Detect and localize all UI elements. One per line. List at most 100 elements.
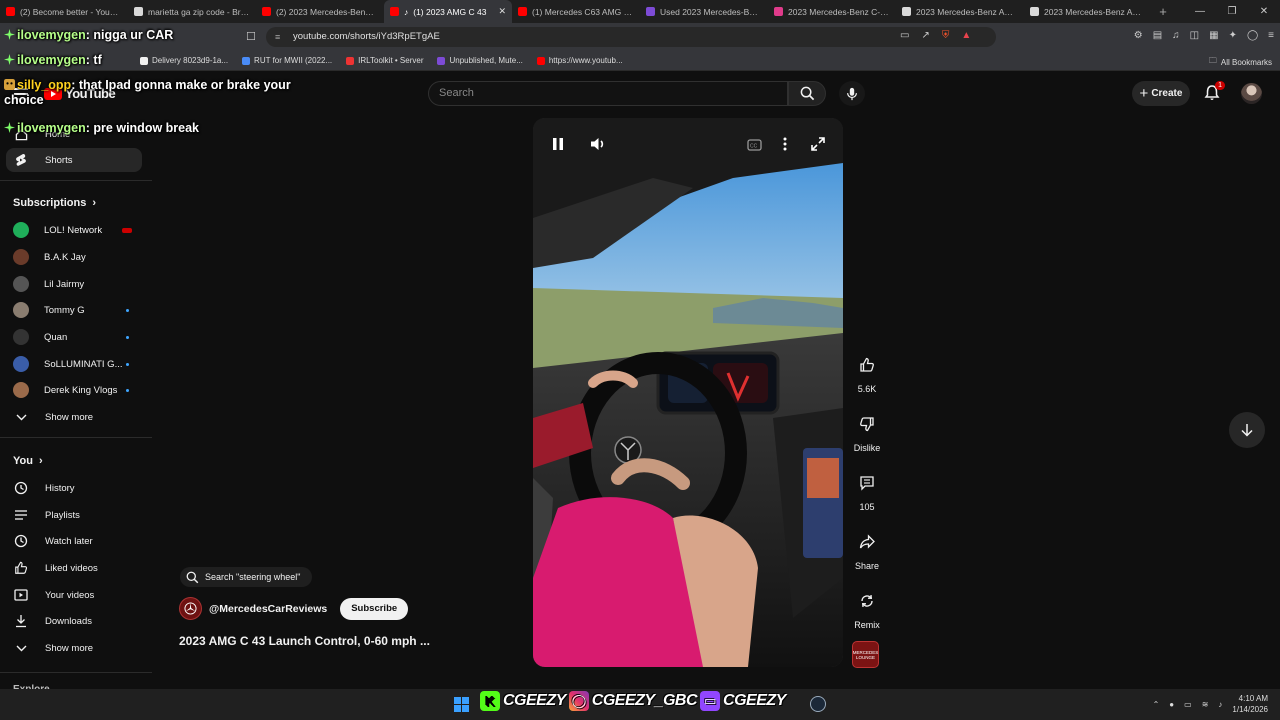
new-tab-button[interactable]: + bbox=[1152, 4, 1174, 19]
browser-tab[interactable]: 2023 Mercedes-Benz AMG bbox=[896, 0, 1024, 23]
sidebar-item-your-videos[interactable]: Your videos bbox=[6, 583, 142, 607]
sidebar-item-downloads[interactable]: Downloads bbox=[6, 609, 142, 633]
captions-button[interactable]: CC bbox=[747, 138, 762, 156]
minimize-button[interactable]: — bbox=[1184, 0, 1216, 23]
leo-ai-icon[interactable]: ✦ bbox=[1229, 30, 1237, 41]
pause-button[interactable] bbox=[551, 136, 565, 157]
subscription-item[interactable]: Tommy G bbox=[6, 298, 142, 322]
bookmark-icon[interactable]: ☐ bbox=[246, 30, 256, 43]
search-input[interactable]: Search bbox=[428, 81, 788, 106]
subscriptions-heading[interactable]: Subscriptions › bbox=[13, 197, 96, 209]
account-avatar[interactable] bbox=[1241, 83, 1262, 104]
subscription-name: Quan bbox=[44, 331, 68, 343]
fullscreen-button[interactable] bbox=[810, 136, 826, 157]
subscription-item[interactable]: Lil Jairmy bbox=[6, 272, 142, 296]
microphone-icon bbox=[847, 87, 857, 100]
cast-icon[interactable]: ▭ bbox=[900, 30, 909, 41]
extension-icon[interactable]: ⚙ bbox=[1134, 30, 1143, 41]
browser-tab[interactable]: marietta ga zip code - Brave bbox=[128, 0, 256, 23]
browser-tab[interactable]: 2023 Mercedes-Benz C-Class bbox=[768, 0, 896, 23]
microphone-icon[interactable]: ● bbox=[1169, 700, 1174, 709]
windows-icon bbox=[454, 697, 469, 712]
browser-tab[interactable]: 2023 Mercedes-Benz AMG bbox=[1024, 0, 1152, 23]
clock[interactable]: 4:10 AM 1/14/2026 bbox=[1232, 693, 1268, 715]
bookmark-item[interactable]: Unpublished, Mute... bbox=[437, 56, 523, 65]
bookmark-item[interactable]: Delivery 8023d9-1a... bbox=[140, 56, 228, 65]
bookmark-item[interactable]: RUT for MWII (2022... bbox=[242, 56, 332, 65]
arrow-down-icon bbox=[1241, 424, 1253, 437]
close-window-button[interactable]: ✕ bbox=[1248, 0, 1280, 23]
short-title[interactable]: 2023 AMG C 43 Launch Control, 0-60 mph .… bbox=[179, 634, 430, 648]
sidebar-item-watch-later[interactable]: Watch later bbox=[6, 529, 142, 553]
show-more-subscriptions[interactable]: Show more bbox=[6, 405, 142, 429]
subscribe-button[interactable]: Subscribe bbox=[340, 597, 409, 620]
maximize-button[interactable]: ❐ bbox=[1216, 0, 1248, 23]
volume-button[interactable] bbox=[589, 136, 606, 157]
reading-list-icon[interactable]: ▤ bbox=[1153, 30, 1162, 41]
bookmark-favicon-icon bbox=[536, 56, 545, 65]
sidebar-toggle-icon[interactable]: ◫ bbox=[1190, 30, 1199, 41]
subscription-item[interactable]: SoLLUMINATI G... bbox=[6, 352, 142, 376]
start-button[interactable] bbox=[454, 697, 469, 717]
tab-title: 2023 Mercedes-Benz AMG bbox=[916, 6, 1018, 17]
wifi-icon[interactable]: ≋ bbox=[1202, 700, 1209, 709]
vpn-icon[interactable]: ◯ bbox=[1247, 30, 1258, 41]
more-vertical-icon bbox=[783, 137, 787, 151]
display-icon[interactable]: ▭ bbox=[1184, 700, 1192, 709]
sidebar-item-history[interactable]: History bbox=[6, 476, 142, 500]
address-actions: ▭ ↗ ⛨ ▲ bbox=[900, 30, 971, 41]
close-tab-icon[interactable]: ✕ bbox=[498, 6, 506, 17]
share-page-icon[interactable]: ↗ bbox=[921, 30, 929, 41]
subscription-item[interactable]: B.A.K Jay bbox=[6, 245, 142, 269]
channel-avatar[interactable] bbox=[179, 597, 202, 620]
subscription-name: Derek King Vlogs bbox=[44, 384, 118, 396]
dislike-button[interactable]: Dislike bbox=[846, 409, 888, 453]
remix-button[interactable]: Remix bbox=[846, 586, 888, 630]
chevron-up-icon[interactable]: ⌃ bbox=[1153, 700, 1160, 709]
sidebar-item-liked-videos[interactable]: Liked videos bbox=[6, 556, 142, 580]
more-options-button[interactable] bbox=[782, 136, 788, 157]
sidebar-item-shorts[interactable]: Shorts bbox=[6, 148, 142, 172]
like-button[interactable]: 5.6K bbox=[846, 350, 888, 394]
notifications-button[interactable]: 1 bbox=[1203, 81, 1225, 104]
steam-icon[interactable] bbox=[810, 696, 826, 712]
share-button[interactable]: Share bbox=[846, 527, 888, 571]
brave-shield-icon[interactable]: ⛨ bbox=[942, 30, 950, 41]
subscription-item[interactable]: Quan bbox=[6, 325, 142, 349]
related-search-chip[interactable]: Search "steering wheel" bbox=[180, 567, 313, 587]
show-more-you[interactable]: Show more bbox=[6, 636, 142, 660]
audio-playing-icon[interactable]: ♪ bbox=[404, 7, 408, 17]
browser-tab[interactable]: (2) 2023 Mercedes-Benz AMG bbox=[256, 0, 384, 23]
search-button[interactable] bbox=[788, 81, 826, 106]
media-icon[interactable]: ♫ bbox=[1172, 30, 1180, 41]
browser-tab[interactable]: (2) Become better - YouTube bbox=[0, 0, 128, 23]
bookmark-item[interactable]: https://www.youtub... bbox=[536, 56, 623, 65]
speaker-icon[interactable]: ♪ bbox=[1218, 700, 1222, 709]
captions-icon: CC bbox=[747, 139, 762, 151]
you-heading[interactable]: You › bbox=[13, 455, 43, 467]
browser-tab[interactable]: Used 2023 Mercedes-Benz bbox=[640, 0, 768, 23]
channel-sound-thumbnail[interactable]: MERCEDES LOUNGE bbox=[852, 641, 879, 668]
sidebar-item-playlists[interactable]: Playlists bbox=[6, 503, 142, 527]
wallet-icon[interactable]: ▦ bbox=[1209, 30, 1218, 41]
sidebar-item-label: Downloads bbox=[45, 615, 92, 627]
browser-tab[interactable]: (1) Mercedes C63 AMG 6.2 bbox=[512, 0, 640, 23]
channel-handle[interactable]: @MercedesCarReviews bbox=[209, 603, 327, 615]
subscription-item[interactable]: Derek King Vlogs bbox=[6, 378, 142, 402]
all-bookmarks-button[interactable]: 🗀 All Bookmarks bbox=[1209, 55, 1272, 69]
create-button[interactable]: + Create bbox=[1132, 81, 1190, 106]
subscription-item[interactable]: LOL! Network bbox=[6, 218, 142, 242]
brave-rewards-icon[interactable]: ▲ bbox=[961, 30, 971, 41]
sidebar-item-label: Liked videos bbox=[45, 562, 98, 574]
tab-title: marietta ga zip code - Brave bbox=[148, 6, 250, 17]
next-short-button[interactable] bbox=[1229, 412, 1265, 448]
browser-tab[interactable]: ♪ (1) 2023 AMG C 43 ✕ bbox=[384, 0, 512, 23]
short-video-player[interactable]: CC bbox=[533, 118, 843, 667]
bookmark-favicon-icon bbox=[437, 56, 446, 65]
voice-search-button[interactable] bbox=[839, 81, 865, 106]
menu-icon[interactable]: ≡ bbox=[1268, 30, 1274, 41]
address-bar[interactable]: ≡ youtube.com/shorts/iYd3RpETgAE bbox=[266, 27, 996, 47]
comments-button[interactable]: 105 bbox=[846, 468, 888, 512]
site-info-icon[interactable]: ≡ bbox=[275, 27, 280, 47]
bookmark-item[interactable]: IRLToolkit • Server bbox=[346, 56, 423, 65]
